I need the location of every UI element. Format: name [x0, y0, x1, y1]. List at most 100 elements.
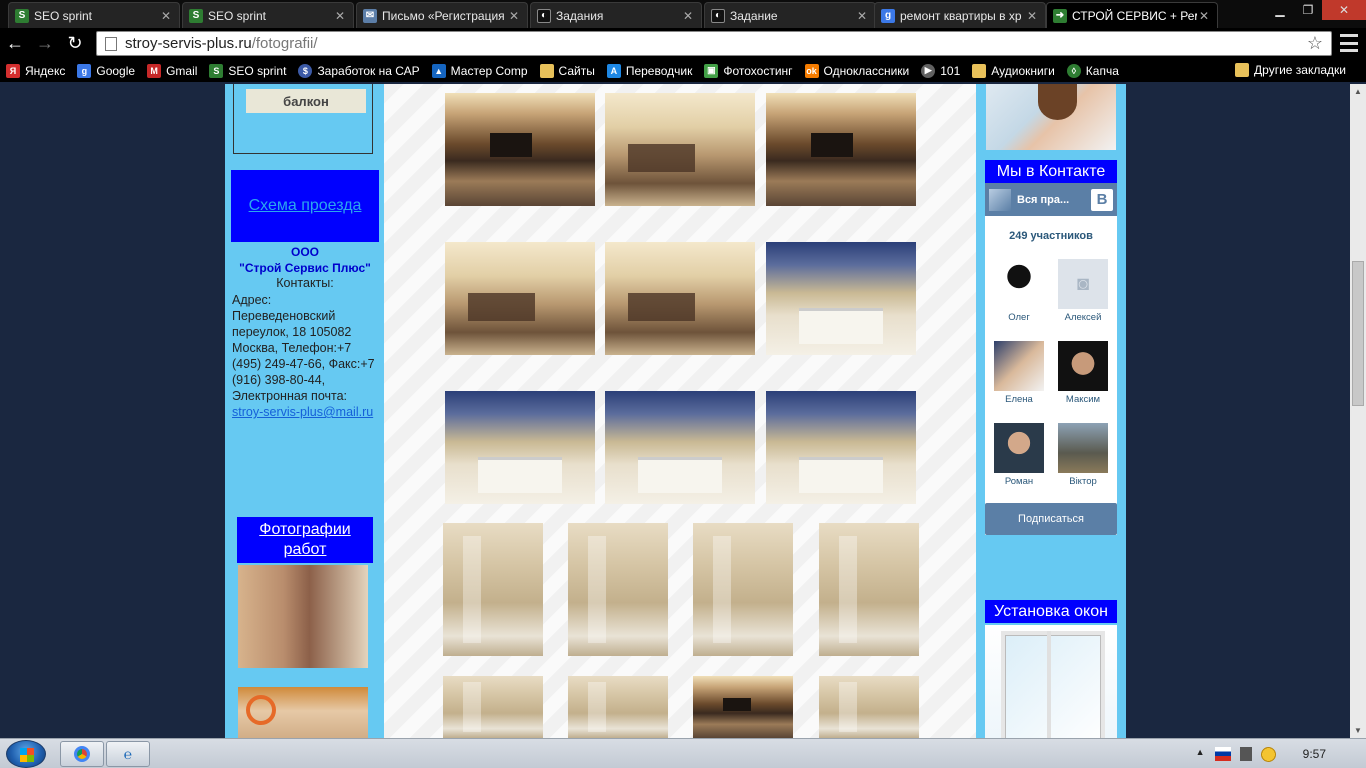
page-scrollbar[interactable]: ▲ ▼ [1350, 84, 1366, 738]
directions-link[interactable]: Схема проезда [249, 197, 362, 215]
scroll-down-icon[interactable]: ▼ [1354, 726, 1362, 735]
member-name: Елена [1005, 394, 1033, 405]
vk-member[interactable]: ◙ Алексей [1053, 259, 1113, 323]
gallery-photo[interactable] [605, 93, 755, 206]
bookmark-translator[interactable]: A Переводчик [606, 63, 692, 78]
coin-icon[interactable] [1260, 746, 1276, 762]
vk-member[interactable]: Роман [989, 423, 1049, 487]
vk-group-widget: Вся пра... B 249 участников Олег ◙ Алекс… [985, 183, 1117, 535]
tab-zadanie[interactable]: ◐ Задание ✕ [704, 2, 876, 28]
play-icon: ▶ [921, 63, 936, 78]
member-name: Олег [1008, 312, 1030, 323]
app-icon: ℮ [123, 746, 133, 762]
bookmark-folder-sites[interactable]: Сайты [539, 63, 595, 78]
gallery-photo[interactable] [605, 391, 755, 504]
scroll-thumb[interactable] [1352, 261, 1364, 406]
photos-title[interactable]: Фотографии работ [237, 517, 373, 563]
gallery-photo[interactable] [443, 676, 543, 738]
bookmark-label: Другие закладки [1254, 63, 1346, 77]
bookmark-other[interactable]: Другие закладки [1235, 63, 1346, 77]
tab-seo-sprint-2[interactable]: S SEO sprint ✕ [182, 2, 354, 28]
gallery-photo[interactable] [445, 242, 595, 355]
windows-install-title[interactable]: Установка окон [985, 600, 1117, 623]
bookmark-captcha[interactable]: ◊ Капча [1066, 63, 1119, 78]
bookmark-zarabotok[interactable]: $ Заработок на САР [298, 63, 420, 78]
clock[interactable]: 9:57 [1303, 747, 1326, 761]
tab-google-search[interactable]: g ремонт квартиры в хр ✕ [874, 2, 1046, 28]
email-link[interactable]: stroy-servis-plus@mail.ru [232, 405, 373, 419]
vk-member[interactable]: Віктор [1053, 423, 1113, 487]
vk-member[interactable]: Максим [1053, 341, 1113, 405]
window-install-image[interactable] [985, 625, 1117, 738]
gallery-photo[interactable] [766, 391, 916, 504]
seosprint-icon: S [209, 63, 224, 78]
gallery-photo[interactable] [766, 242, 916, 355]
vk-member[interactable]: Олег [989, 259, 1049, 323]
bookmark-gmail[interactable]: M Gmail [147, 63, 197, 78]
member-name: Алексей [1064, 312, 1102, 323]
close-icon[interactable]: ✕ [1025, 9, 1039, 23]
bookmark-folder-audiobooks[interactable]: Аудиокниги [972, 63, 1055, 78]
chrome-icon [74, 746, 90, 762]
close-icon[interactable]: ✕ [855, 9, 869, 23]
vk-member[interactable]: Елена [989, 341, 1049, 405]
back-arrow-icon[interactable]: ← [0, 30, 30, 58]
tab-mail[interactable]: ✉ Письмо «Регистрация ✕ [356, 2, 528, 28]
close-icon[interactable]: ✕ [1197, 9, 1211, 23]
gallery-photo[interactable] [445, 93, 595, 206]
page-icon [105, 36, 117, 51]
tab-stroy-servis[interactable]: ➜ СТРОЙ СЕРВИС + Рем ✕ [1046, 2, 1218, 28]
reload-icon[interactable]: ↻ [60, 30, 90, 58]
gallery-photo[interactable] [568, 676, 668, 738]
work-photo-thumbnail[interactable] [238, 565, 368, 668]
bookmark-label: Заработок на САР [317, 63, 420, 78]
close-icon[interactable]: ✕ [159, 9, 173, 23]
taskbar-chrome[interactable] [60, 741, 104, 767]
menu-icon[interactable] [1340, 34, 1358, 52]
vk-header[interactable]: Вся пра... B [985, 183, 1117, 216]
restore-icon[interactable]: ❐ [1294, 0, 1322, 20]
bookmark-master-comp[interactable]: ▲ Мастер Comp [431, 63, 528, 78]
address-bar[interactable]: stroy-servis-plus.ru /fotografii/ ☆ [96, 31, 1332, 56]
start-button[interactable] [6, 740, 46, 768]
gallery-photo[interactable] [819, 523, 919, 656]
close-icon[interactable]: ✕ [507, 9, 521, 23]
close-window-icon[interactable]: ✕ [1322, 0, 1366, 20]
odnoklassniki-icon: ok [804, 63, 819, 78]
star-icon[interactable]: ☆ [1307, 33, 1323, 54]
tab-seo-sprint-1[interactable]: S SEO sprint ✕ [8, 2, 180, 28]
gallery-photo[interactable] [766, 93, 916, 206]
site-icon: ➜ [1053, 8, 1067, 23]
tray-arrow-icon[interactable]: ▲ [1196, 747, 1206, 761]
bookmark-yandex[interactable]: Я Яндекс [6, 63, 65, 78]
bookmark-seo-sprint[interactable]: S SEO sprint [209, 63, 286, 78]
gallery-photo[interactable] [693, 676, 793, 738]
subscribe-button[interactable]: Подписаться [985, 503, 1117, 535]
network-icon[interactable] [1239, 747, 1252, 761]
bookmarks-bar: Я Яндекс g Google M Gmail S SEO sprint $ Зара… [0, 59, 1366, 82]
right-sidebar: Мы в Контакте Вся пра... B 249 участнико… [976, 84, 1126, 738]
close-icon[interactable]: ✕ [681, 9, 695, 23]
bookmark-101[interactable]: ▶ 101 [921, 63, 960, 78]
tab-zadaniya[interactable]: ◐ Задания ✕ [530, 2, 702, 28]
language-flag-icon[interactable] [1214, 747, 1231, 761]
forward-arrow-icon[interactable]: → [30, 30, 60, 58]
balkon-button[interactable]: балкон [246, 89, 366, 113]
photo-icon: ▣ [704, 63, 719, 78]
taskbar-app[interactable]: ℮ [106, 741, 150, 767]
gallery-photo[interactable] [443, 523, 543, 656]
minimize-icon[interactable]: ▁ [1266, 0, 1294, 20]
bookmark-photohosting[interactable]: ▣ Фотохостинг [704, 63, 793, 78]
gallery-photo[interactable] [568, 523, 668, 656]
close-icon[interactable]: ✕ [333, 9, 347, 23]
bookmark-google[interactable]: g Google [77, 63, 135, 78]
gallery-photo[interactable] [445, 391, 595, 504]
gallery-photo[interactable] [605, 242, 755, 355]
work-photo-thumbnail[interactable] [238, 687, 368, 738]
avatar [994, 341, 1044, 391]
vk-member-count: 249 участников [1009, 230, 1093, 242]
gallery-photo[interactable] [693, 523, 793, 656]
gallery-photo[interactable] [819, 676, 919, 738]
bookmark-odnoklassniki[interactable]: ok Одноклассники [804, 63, 909, 78]
scroll-up-icon[interactable]: ▲ [1354, 87, 1362, 96]
